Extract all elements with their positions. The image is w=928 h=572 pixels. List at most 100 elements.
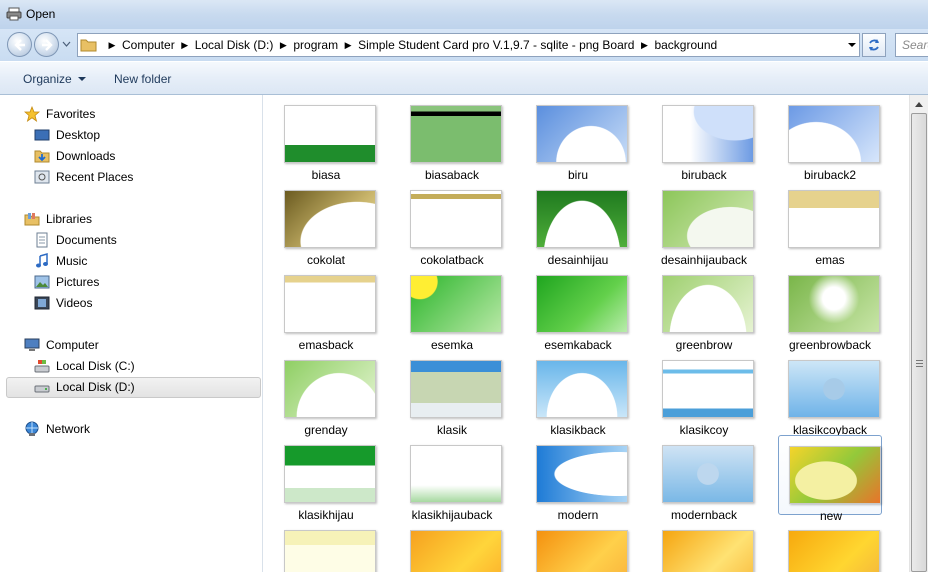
breadcrumb-background[interactable]: background xyxy=(653,38,718,52)
sidebar-item-local-disk-c[interactable]: Local Disk (C:) xyxy=(34,356,135,376)
file-item[interactable]: emasback xyxy=(274,265,378,352)
file-item[interactable]: cokolatback xyxy=(400,180,504,267)
sidebar-network-label: Network xyxy=(46,422,91,436)
breadcrumb-separator-icon[interactable]: ▶ xyxy=(180,40,190,51)
file-item[interactable]: klasik xyxy=(400,350,504,437)
sidebar-item-pictures[interactable]: Pictures xyxy=(34,272,99,292)
sidebar-item-documents[interactable]: Documents xyxy=(34,230,117,250)
breadcrumb-separator-icon[interactable]: ▶ xyxy=(278,40,288,51)
file-item[interactable]: klasikhijau xyxy=(274,435,378,522)
file-thumbnail xyxy=(410,105,502,163)
file-item[interactable]: emas xyxy=(778,180,882,267)
file-item[interactable] xyxy=(778,520,882,572)
file-item[interactable]: esemkaback xyxy=(526,265,630,352)
star-icon xyxy=(24,106,40,122)
breadcrumb-simple-student-card[interactable]: Simple Student Card pro V.1,9.7 - sqlite… xyxy=(357,38,635,52)
file-item[interactable] xyxy=(526,520,630,572)
sidebar-favorites[interactable]: Favorites xyxy=(24,104,95,124)
breadcrumb-separator-icon[interactable]: ▶ xyxy=(343,40,353,51)
file-item[interactable]: modern xyxy=(526,435,630,522)
computer-icon xyxy=(24,338,40,351)
file-thumbnail xyxy=(662,190,754,248)
organize-button[interactable]: Organize xyxy=(23,72,86,86)
file-item[interactable]: klasikcoy xyxy=(652,350,756,437)
sidebar-item-recent-places[interactable]: Recent Places xyxy=(34,167,133,187)
breadcrumb-local-disk-d[interactable]: Local Disk (D:) xyxy=(194,38,275,52)
file-item[interactable]: greenbrowback xyxy=(778,265,882,352)
sidebar-item-label: Desktop xyxy=(56,128,101,142)
sidebar-item-videos[interactable]: Videos xyxy=(34,293,92,313)
file-item[interactable] xyxy=(400,520,504,572)
file-item[interactable] xyxy=(274,520,378,572)
scroll-up-arrow-icon xyxy=(915,102,923,107)
search-placeholder: Search xyxy=(902,38,928,52)
documents-icon xyxy=(36,232,48,248)
file-item[interactable]: modernback xyxy=(652,435,756,522)
refresh-button[interactable] xyxy=(862,33,886,57)
file-item[interactable]: grenday xyxy=(274,350,378,437)
scrollbar-thumb[interactable] xyxy=(911,113,927,572)
sidebar-item-desktop[interactable]: Desktop xyxy=(34,125,100,145)
file-thumbnail xyxy=(662,105,754,163)
file-thumbnail xyxy=(536,275,628,333)
file-item[interactable]: biru xyxy=(526,95,630,182)
sidebar-item-label: Documents xyxy=(56,233,117,247)
file-item[interactable] xyxy=(652,520,756,572)
file-thumbnail xyxy=(284,530,376,572)
network-icon xyxy=(25,421,39,436)
folder-icon xyxy=(80,39,97,52)
breadcrumb-program[interactable]: program xyxy=(292,38,339,52)
file-thumbnail xyxy=(788,530,880,572)
drive-d-icon xyxy=(34,385,50,393)
file-thumbnail xyxy=(536,445,628,503)
file-thumbnail xyxy=(662,530,754,572)
file-thumbnail xyxy=(284,275,376,333)
file-item[interactable]: klasikback xyxy=(526,350,630,437)
breadcrumb-separator-icon[interactable]: ▶ xyxy=(639,40,649,51)
sidebar-libraries-label: Libraries xyxy=(46,212,93,226)
search-input[interactable]: Search xyxy=(895,33,928,57)
file-list: biasa biasaback biru biruback biruback2 cokol… xyxy=(264,95,909,572)
file-item[interactable]: biasaback xyxy=(400,95,504,182)
file-thumbnail xyxy=(536,105,628,163)
file-thumbnail xyxy=(662,275,754,333)
file-item[interactable]: new xyxy=(778,435,882,523)
sidebar-item-music[interactable]: Music xyxy=(34,251,87,271)
title-bar: Open xyxy=(0,0,928,29)
printer-icon xyxy=(6,7,22,21)
address-dropdown-icon[interactable] xyxy=(847,40,857,50)
scroll-up-button[interactable] xyxy=(911,96,927,112)
file-item[interactable]: greenbrow xyxy=(652,265,756,352)
back-button[interactable] xyxy=(7,32,32,57)
sidebar-item-label: Recent Places xyxy=(56,170,134,184)
file-item[interactable]: klasikcoyback xyxy=(778,350,882,437)
forward-button[interactable] xyxy=(34,32,59,57)
breadcrumb-computer[interactable]: Computer xyxy=(121,38,176,52)
file-item[interactable]: desainhijauback xyxy=(652,180,756,267)
sidebar-libraries[interactable]: Libraries xyxy=(24,209,92,229)
file-thumbnail xyxy=(662,360,754,418)
file-thumbnail xyxy=(536,530,628,572)
file-item[interactable]: cokolat xyxy=(274,180,378,267)
vertical-scrollbar[interactable] xyxy=(909,95,928,572)
file-item[interactable]: esemka xyxy=(400,265,504,352)
file-item[interactable]: klasikhijauback xyxy=(400,435,504,522)
address-bar[interactable]: ▶ Computer ▶ Local Disk (D:) ▶ program ▶… xyxy=(77,33,860,57)
sidebar-item-label: Downloads xyxy=(56,149,116,163)
sidebar-network[interactable]: Network xyxy=(24,419,90,439)
file-item[interactable]: biasa xyxy=(274,95,378,182)
file-thumbnail xyxy=(788,275,880,333)
sidebar-favorites-label: Favorites xyxy=(46,107,96,121)
sidebar-computer[interactable]: Computer xyxy=(24,335,99,355)
file-item[interactable]: biruback xyxy=(652,95,756,182)
recent-pages-dropdown-icon[interactable] xyxy=(62,39,71,48)
file-item[interactable]: biruback2 xyxy=(778,95,882,182)
sidebar-item-local-disk-d[interactable]: Local Disk (D:) xyxy=(34,377,135,397)
sidebar-item-downloads[interactable]: Downloads xyxy=(34,146,115,166)
file-thumbnail xyxy=(536,360,628,418)
new-folder-button[interactable]: New folder xyxy=(114,72,171,86)
back-arrow-icon xyxy=(14,39,25,51)
downloads-icon xyxy=(34,150,50,163)
file-item[interactable]: desainhijau xyxy=(526,180,630,267)
breadcrumb-separator-icon[interactable]: ▶ xyxy=(107,40,117,51)
